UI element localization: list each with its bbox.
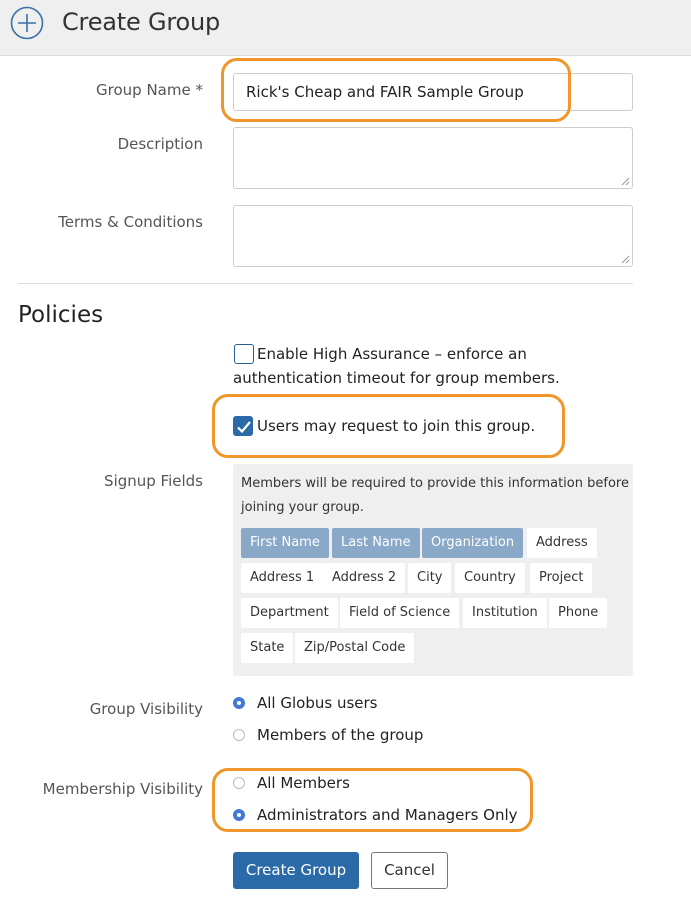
request-join-checkbox[interactable] [233,416,253,436]
group-visibility-all-radio[interactable] [233,697,245,709]
signup-field-chip[interactable]: State [241,633,294,663]
signup-field-chip[interactable]: Institution [463,598,547,628]
checkmark-icon [237,421,251,434]
signup-field-chip[interactable]: Department [241,598,338,628]
signup-fields-intro: Members will be required to provide this… [241,476,629,515]
membership-visibility-admins-radio[interactable] [233,809,245,821]
membership-visibility-admins-label: Administrators and Managers Only [257,806,518,824]
signup-field-chip[interactable]: Address 2 [323,563,406,593]
group-name-label: Group Name * [96,81,203,99]
page-header: Create Group [0,0,691,56]
signup-field-chip[interactable]: Field of Science [340,598,460,628]
signup-field-chip[interactable]: Phone [549,598,608,628]
signup-field-chip[interactable]: Zip/Postal Code [295,633,415,663]
group-visibility-all-label: All Globus users [257,694,378,712]
terms-label: Terms & Conditions [58,213,203,231]
signup-field-chip[interactable]: Country [455,563,525,593]
membership-visibility-all-label: All Members [257,774,350,792]
group-visibility-label: Group Visibility [89,700,203,718]
group-name-input[interactable]: Rick's Cheap and FAIR Sample Group [233,73,633,111]
description-textarea[interactable] [233,127,633,189]
membership-visibility-label: Membership Visibility [42,780,203,798]
resize-grip-icon[interactable] [621,177,630,186]
signup-field-chip[interactable]: Project [530,563,593,593]
create-group-button[interactable]: Create Group [233,852,359,889]
request-join-label: Users may request to join this group. [257,417,536,435]
description-label: Description [117,135,203,153]
cancel-button[interactable]: Cancel [371,852,448,889]
resize-grip-icon[interactable] [621,255,630,264]
plus-circle-icon[interactable] [10,6,44,40]
signup-field-chip[interactable]: Address [527,528,597,558]
signup-field-chip[interactable]: Address 1 [241,563,324,593]
signup-fields-label: Signup Fields [104,472,203,490]
signup-field-chip[interactable]: City [408,563,452,593]
policies-heading: Policies [18,302,104,328]
signup-field-chip[interactable]: First Name [241,528,329,558]
signup-fields-panel: Members will be required to provide this… [233,464,633,676]
section-divider [18,283,633,284]
page-title: Create Group [62,8,221,36]
group-visibility-members-label: Members of the group [257,726,424,744]
terms-textarea[interactable] [233,205,633,267]
membership-visibility-all-radio[interactable] [233,777,245,789]
group-visibility-members-radio[interactable] [233,729,245,741]
signup-field-chip[interactable]: Organization [422,528,524,558]
high-assurance-label: Enable High Assurance – enforce an authe… [233,345,560,387]
signup-field-chip[interactable]: Last Name [332,528,420,558]
